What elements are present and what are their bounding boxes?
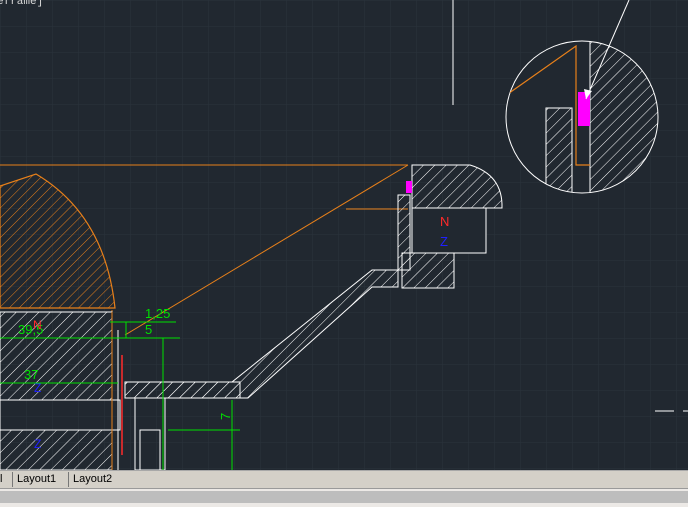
viewport-label[interactable]: eframe] [0, 0, 43, 8]
tab-model[interactable]: l [0, 472, 6, 487]
tab-layout2[interactable]: Layout2 [68, 472, 116, 487]
label-z-upper: Z [440, 234, 448, 249]
dim-label-1-25: 1,25 [145, 306, 170, 321]
dim-label-7: 7 [218, 413, 233, 420]
layout-tab-bar: l Layout1 Layout2 [0, 470, 688, 489]
horizontal-scrollbar[interactable] [0, 491, 688, 503]
tab-layout1[interactable]: Layout1 [12, 472, 60, 487]
dim-label-37: 37 [24, 367, 38, 382]
dim-label-5: 5 [145, 322, 152, 337]
label-z-left-2: Z [34, 437, 41, 451]
label-n-left: N [33, 318, 42, 332]
status-bar [0, 488, 688, 507]
drawing-svg[interactable]: 1,25 5 39,5 37 7 N Z N Z Z [0, 0, 688, 470]
drawing-canvas[interactable]: 1,25 5 39,5 37 7 N Z N Z Z eframe] [0, 0, 688, 470]
label-z-left-1: Z [34, 381, 41, 395]
label-n-upper: N [440, 214, 449, 229]
